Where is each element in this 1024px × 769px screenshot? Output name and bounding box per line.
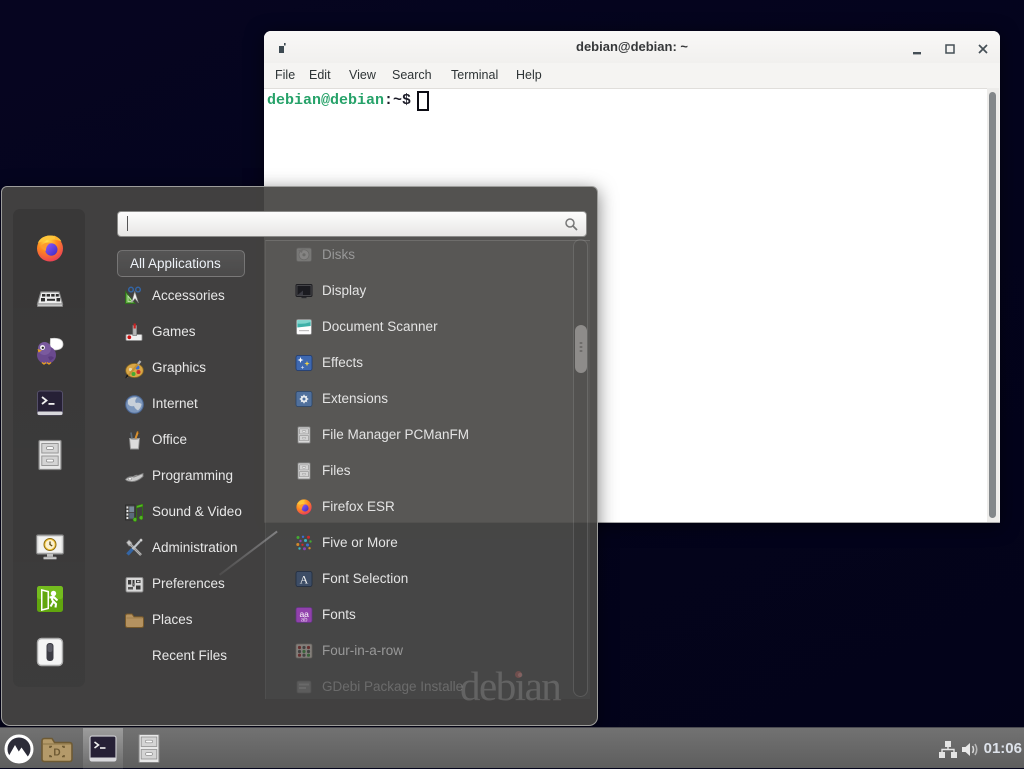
svg-text:ab: ab — [301, 618, 308, 624]
svg-text:D: D — [53, 748, 60, 759]
svg-text:A: A — [300, 573, 309, 587]
